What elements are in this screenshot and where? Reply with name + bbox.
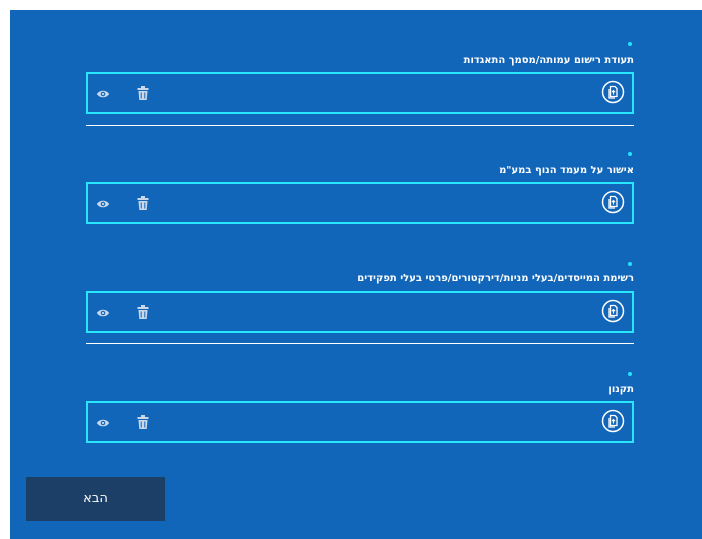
document-title: אישור על מעמד הנוף במע"מ — [499, 165, 634, 176]
upload-box[interactable] — [86, 72, 634, 114]
required-dot — [628, 262, 632, 266]
upload-icon[interactable] — [601, 190, 625, 214]
upload-box[interactable] — [86, 401, 634, 443]
document-upload-panel: תעודת רישום עמותה/מסמך התאגדות אישור על … — [10, 10, 702, 539]
document-title: רשימת המייסדים/בעלי מניות/דירקטורים/פרטי… — [357, 273, 634, 284]
required-dot — [628, 152, 632, 156]
next-button[interactable]: הבא — [26, 477, 165, 521]
upload-icon[interactable] — [601, 409, 625, 433]
upload-box[interactable] — [86, 182, 634, 224]
eye-icon[interactable] — [96, 197, 110, 211]
document-title: תקנון — [608, 384, 634, 395]
eye-icon[interactable] — [96, 87, 110, 101]
upload-icon[interactable] — [601, 80, 625, 104]
trash-icon[interactable] — [137, 415, 149, 429]
section-divider — [86, 125, 634, 126]
required-dot — [628, 372, 632, 376]
trash-icon[interactable] — [137, 305, 149, 319]
required-dot — [628, 42, 632, 46]
document-title: תעודת רישום עמותה/מסמך התאגדות — [463, 55, 634, 66]
section-divider — [86, 343, 634, 344]
eye-icon[interactable] — [96, 306, 110, 320]
eye-icon[interactable] — [96, 416, 110, 430]
trash-icon[interactable] — [137, 86, 149, 100]
upload-box[interactable] — [86, 291, 634, 333]
trash-icon[interactable] — [137, 196, 149, 210]
upload-icon[interactable] — [601, 299, 625, 323]
